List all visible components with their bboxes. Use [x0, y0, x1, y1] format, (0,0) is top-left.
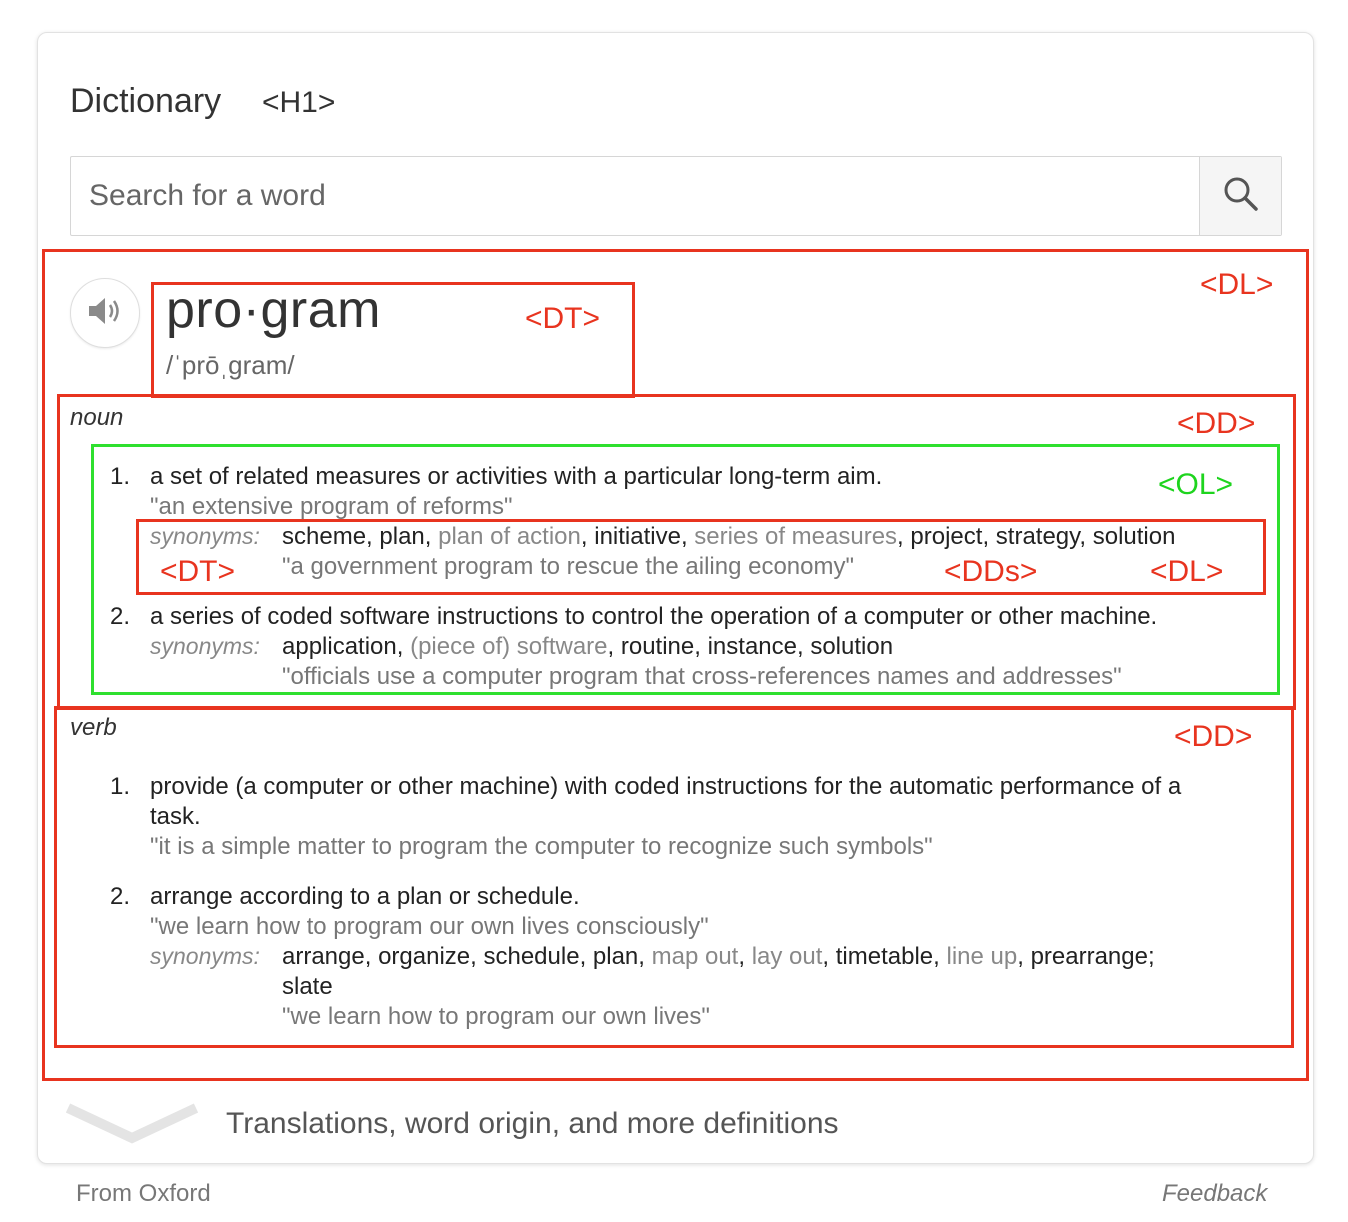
headword: pro·gram	[166, 281, 381, 339]
sense-number: 1.	[110, 773, 131, 800]
synonym-link[interactable]: solution	[1093, 523, 1176, 550]
synonym-text: line up	[946, 943, 1018, 970]
synonym-example: "officials use a computer program that c…	[282, 663, 1122, 690]
example: "an extensive program of reforms"	[150, 493, 513, 520]
synonym-link[interactable]: organize	[378, 943, 470, 970]
search-button[interactable]	[1199, 157, 1281, 235]
synonym-link[interactable]: project	[910, 523, 982, 550]
sense-number: 2.	[110, 883, 131, 910]
synonyms-label: synonyms:	[150, 943, 260, 969]
synonym-list: arrange, organize, schedule, plan, map o…	[282, 943, 1155, 970]
part-of-speech-noun: noun	[70, 404, 124, 431]
feedback-link[interactable]: Feedback	[1162, 1180, 1267, 1208]
synonym-link[interactable]: routine	[621, 633, 694, 660]
search-input[interactable]	[71, 157, 1201, 235]
synonym-link[interactable]: plan	[379, 523, 424, 550]
synonym-text: (piece of) software	[410, 633, 608, 660]
pronunciation-audio-button[interactable]	[70, 278, 140, 348]
definition: provide (a computer or other machine) wi…	[150, 773, 1182, 800]
synonym-link[interactable]: initiative	[594, 523, 681, 550]
synonyms-label: synonyms:	[150, 633, 260, 659]
synonym-link[interactable]: prearrange	[1031, 943, 1148, 970]
chevron-down-icon	[65, 1103, 199, 1150]
definition: arrange according to a plan or schedule.	[150, 883, 580, 910]
expand-more-button[interactable]	[65, 1102, 199, 1146]
dd-noun-annotation: <DD>	[1177, 407, 1256, 440]
synonym-text: series of measures	[694, 523, 898, 550]
dl-synonyms-annotation: <DL>	[1150, 555, 1224, 588]
synonym-terminator: ;	[1147, 943, 1155, 970]
search-bar	[70, 156, 1282, 236]
phonetic-spelling: /ˈprōˌɡram/	[166, 350, 295, 380]
more-definitions-link[interactable]: Translations, word origin, and more defi…	[226, 1107, 839, 1141]
sense-number: 1.	[110, 463, 131, 490]
dds-synonyms-annotation: <DDs>	[944, 555, 1038, 588]
synonym-link[interactable]: slate	[282, 973, 333, 1001]
example: "it is a simple matter to program the co…	[150, 833, 933, 860]
speaker-icon	[86, 294, 124, 333]
h1-annotation: <H1>	[262, 86, 336, 119]
synonym-link[interactable]: solution	[810, 633, 893, 660]
dd-verb-annotation: <DD>	[1174, 720, 1253, 753]
synonym-list: application, (piece of) software, routin…	[282, 633, 894, 660]
definition-continued: task.	[150, 803, 201, 830]
synonym-text: lay out	[751, 943, 823, 970]
definition: a set of related measures or activities …	[150, 463, 883, 490]
synonym-text: plan of action	[438, 523, 581, 550]
dd-verb-outline	[54, 706, 1294, 1048]
definition: a series of coded software instructions …	[150, 603, 1158, 630]
synonym-text: map out	[651, 943, 739, 970]
synonym-link[interactable]: application	[282, 633, 397, 660]
dt-headword-annotation: <DT>	[525, 302, 601, 335]
dt-synonyms-annotation: <DT>	[160, 555, 236, 588]
synonym-link[interactable]: arrange	[282, 943, 365, 970]
synonym-example: "we learn how to program our own lives"	[282, 1003, 710, 1030]
page-title: Dictionary	[70, 82, 222, 120]
synonym-example: "a government program to rescue the aili…	[282, 553, 855, 580]
source-attribution: From Oxford	[76, 1180, 211, 1207]
search-icon	[1221, 174, 1261, 219]
synonym-link[interactable]: plan	[593, 943, 638, 970]
synonym-list: scheme, plan, plan of action, initiative…	[282, 523, 1176, 550]
dl-outer-annotation: <DL>	[1200, 268, 1274, 301]
example: "we learn how to program our own lives c…	[150, 913, 709, 940]
synonym-link[interactable]: instance	[708, 633, 797, 660]
synonym-link[interactable]: scheme	[282, 523, 366, 550]
synonym-link[interactable]: timetable	[836, 943, 933, 970]
synonyms-label: synonyms:	[150, 523, 260, 549]
part-of-speech-verb: verb	[70, 714, 117, 741]
synonym-link[interactable]: schedule	[483, 943, 579, 970]
sense-number: 2.	[110, 603, 131, 630]
ol-annotation: <OL>	[1158, 468, 1234, 501]
synonym-link[interactable]: strategy	[996, 523, 1080, 550]
